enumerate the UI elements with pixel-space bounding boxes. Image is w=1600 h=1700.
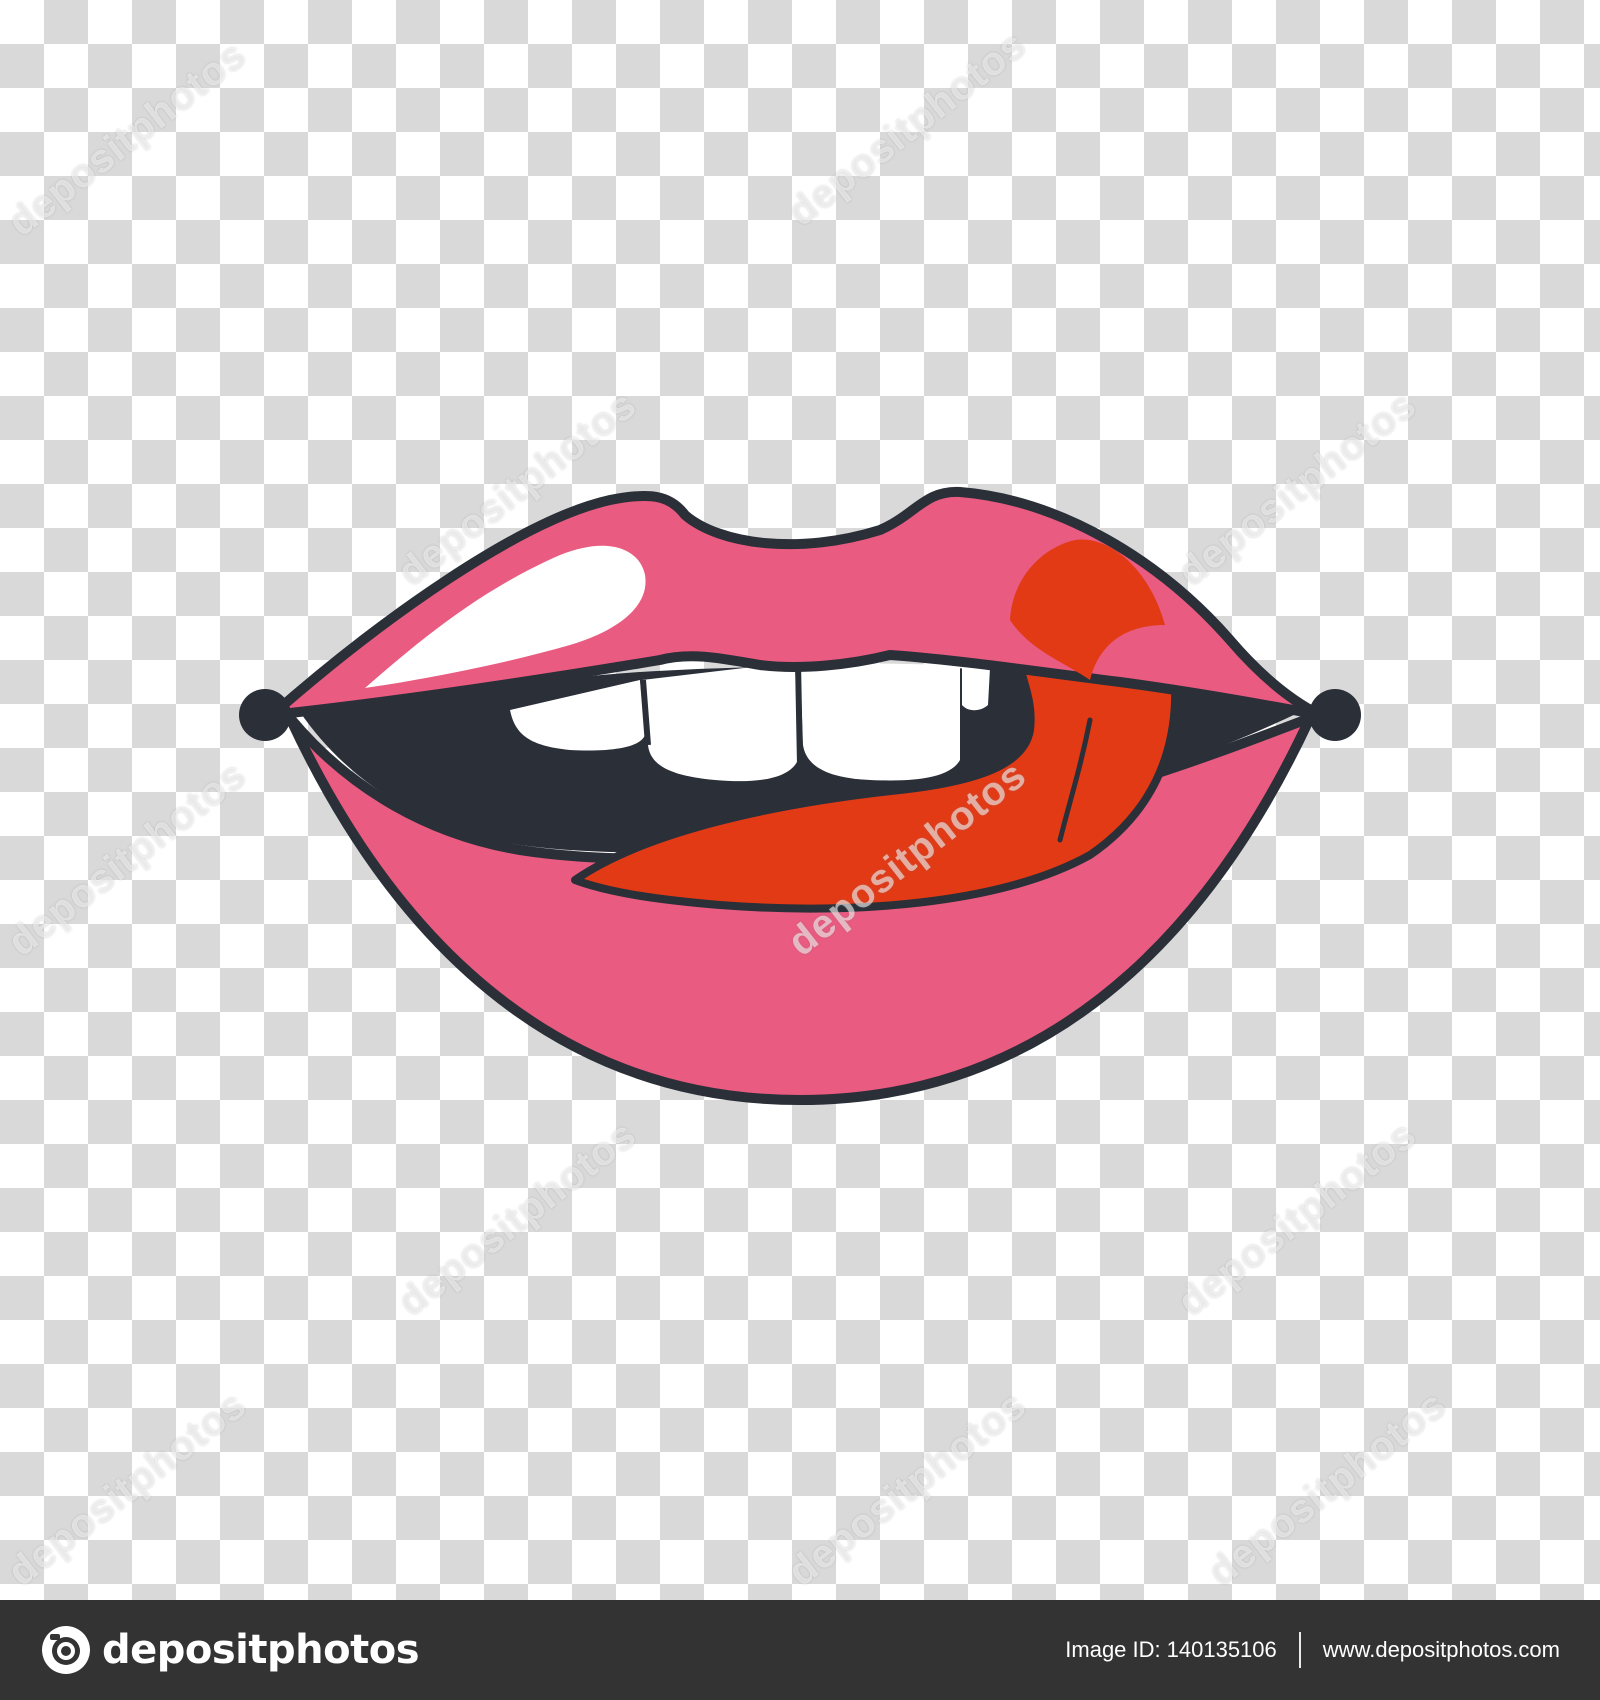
tooth-right xyxy=(962,665,990,711)
tooth-center-right xyxy=(800,662,960,781)
transparent-checkerboard-background: depositphotos depositphotos depositphoto… xyxy=(0,0,1600,1600)
image-id: 140135106 xyxy=(1166,1637,1277,1662)
brand-logo[interactable]: depositphotos xyxy=(40,1624,420,1676)
tooth-gap-2 xyxy=(795,661,803,766)
site-link[interactable]: www.depositphotos.com xyxy=(1323,1637,1560,1663)
mouth-corner-right xyxy=(1309,689,1361,741)
footer-info: Image ID: 140135106 www.depositphotos.co… xyxy=(1065,1630,1560,1670)
brand-name: depositphotos xyxy=(102,1627,420,1673)
image-id-label: Image ID: xyxy=(1065,1637,1161,1662)
footer-divider xyxy=(1298,1632,1301,1668)
mouth-corner-left xyxy=(239,689,291,741)
tooth-center-left xyxy=(642,662,798,782)
footer-bar: depositphotos Image ID: 140135106 www.de… xyxy=(0,1600,1600,1700)
lips-illustration xyxy=(239,486,1361,1105)
camera-logo-icon xyxy=(42,1626,90,1674)
